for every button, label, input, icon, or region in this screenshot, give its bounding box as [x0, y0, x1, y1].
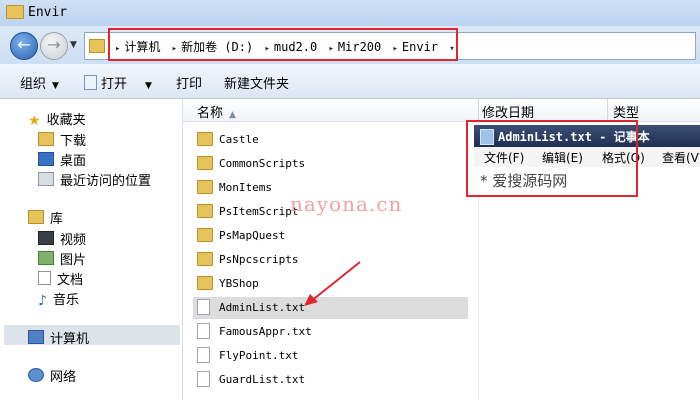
document-icon — [84, 75, 97, 90]
file-row[interactable]: GuardList.txt — [193, 369, 468, 391]
back-button[interactable]: ← — [10, 32, 38, 60]
folder-icon — [197, 132, 213, 146]
library-icon — [28, 210, 44, 224]
print-button[interactable]: 打印 — [176, 73, 202, 92]
window-title-bar: Envir — [0, 0, 700, 26]
folder-icon — [197, 252, 213, 266]
text-file-icon — [197, 323, 210, 339]
nav-item-documents[interactable]: 文档 — [38, 269, 83, 288]
download-folder-icon — [38, 132, 54, 146]
file-row[interactable]: CommonScripts — [193, 153, 468, 175]
menu-view[interactable]: 查看(V) — [662, 149, 700, 166]
folder-icon — [197, 180, 213, 194]
nav-item-music[interactable]: ♪ 音乐 — [38, 289, 79, 309]
nav-favorites[interactable]: ★ 收藏夹 — [28, 109, 86, 129]
forward-button[interactable]: → — [40, 32, 68, 60]
video-icon — [38, 231, 54, 245]
nav-item-videos[interactable]: 视频 — [38, 229, 86, 248]
annotation-arrow-icon — [304, 261, 361, 306]
recent-places-icon — [38, 172, 54, 186]
file-row[interactable]: Castle — [193, 129, 468, 151]
sort-up-icon: ▲ — [229, 110, 236, 120]
nav-item-desktop[interactable]: 桌面 — [38, 150, 86, 169]
highlight-box-notepad — [466, 120, 638, 197]
chevron-down-icon: ▼ — [52, 81, 59, 91]
new-folder-button[interactable]: 新建文件夹 — [224, 73, 289, 92]
highlight-box-address — [108, 28, 458, 61]
folder-icon — [197, 228, 213, 242]
column-header: 名称 ▲ 修改日期 类型 — [183, 99, 700, 122]
folder-icon — [197, 276, 213, 290]
nav-item-recent[interactable]: 最近访问的位置 — [38, 170, 151, 189]
column-divider[interactable] — [478, 99, 479, 121]
arrow-shaft — [309, 261, 361, 303]
open-button[interactable]: 打开 ▼ — [84, 73, 152, 92]
network-icon — [28, 368, 44, 382]
picture-icon — [38, 251, 54, 265]
folder-icon — [6, 5, 24, 19]
nav-network[interactable]: 网络 — [28, 366, 76, 385]
desktop-icon — [38, 152, 54, 166]
column-header-modified[interactable]: 修改日期 — [482, 102, 534, 121]
computer-icon — [28, 330, 44, 344]
arrow-head — [304, 294, 318, 306]
document-icon — [38, 271, 51, 285]
nav-item-pictures[interactable]: 图片 — [38, 249, 86, 268]
recent-pages-dropdown[interactable]: ▼ — [70, 40, 77, 50]
window-title: Envir — [28, 5, 68, 20]
star-icon: ★ — [28, 113, 41, 129]
nav-item-downloads[interactable]: 下载 — [38, 130, 86, 149]
file-row[interactable]: FamousAppr.txt — [193, 321, 468, 343]
folder-icon — [197, 156, 213, 170]
column-header-name[interactable]: 名称 ▲ — [197, 102, 236, 121]
chevron-down-icon: ▼ — [145, 81, 152, 91]
arrow-right-icon: → — [47, 35, 61, 54]
file-row[interactable]: FlyPoint.txt — [193, 345, 468, 367]
text-file-icon — [197, 299, 210, 315]
nav-libraries[interactable]: 库 — [28, 208, 63, 227]
nav-computer[interactable]: 计算机 — [28, 328, 89, 347]
command-toolbar: 组织 ▼ 打开 ▼ 打印 新建文件夹 — [0, 64, 700, 99]
arrow-left-icon: ← — [17, 35, 31, 54]
text-file-icon — [197, 347, 210, 363]
watermark: nayona.cn — [290, 192, 403, 216]
folder-icon — [89, 39, 105, 53]
music-note-icon: ♪ — [38, 293, 47, 309]
column-header-type[interactable]: 类型 — [613, 102, 639, 121]
navigation-pane: ★ 收藏夹 下载 桌面 最近访问的位置 库 视频 图片 文档 ♪ 音乐 计算机 网络 — [0, 99, 183, 400]
folder-icon — [197, 204, 213, 218]
organize-button[interactable]: 组织 ▼ — [20, 73, 59, 92]
text-file-icon — [197, 371, 210, 387]
file-row[interactable]: PsMapQuest — [193, 225, 468, 247]
column-divider[interactable] — [607, 99, 608, 121]
